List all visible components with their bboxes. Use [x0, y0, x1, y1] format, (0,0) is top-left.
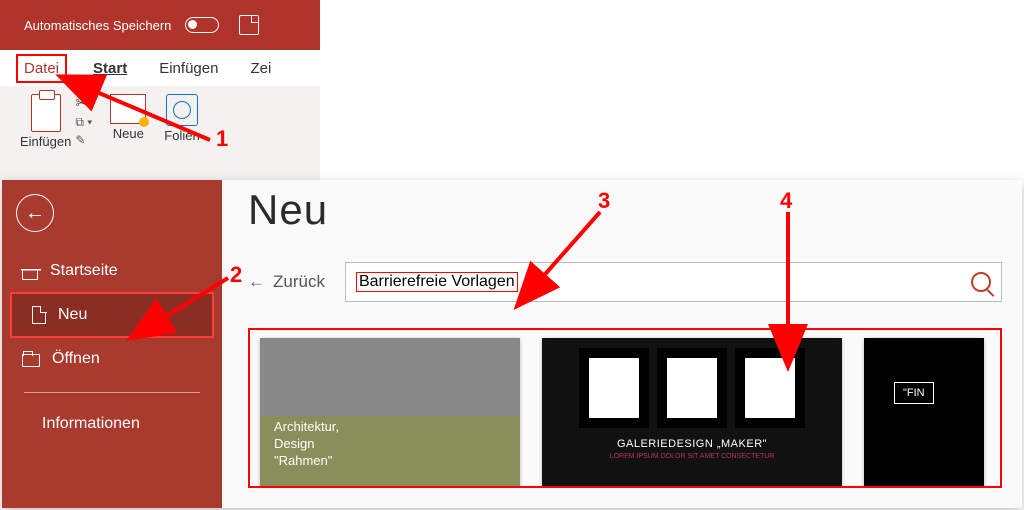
titlebar: Automatisches Speichern — [0, 0, 320, 50]
sidebar-item-oeffnen[interactable]: Öffnen — [2, 338, 222, 380]
autosave-toggle[interactable] — [185, 17, 219, 33]
home-icon — [22, 268, 38, 280]
slides-button[interactable]: Folien — [164, 94, 199, 143]
ribbon: Einfügen ✂ ⧉ ▾ ✎ Neue Folien — [0, 86, 320, 180]
sidebar-item-informationen[interactable]: Informationen — [2, 403, 222, 445]
sidebar-label: Informationen — [42, 415, 140, 433]
search-value: Barrierefreie Vorlagen — [356, 272, 518, 292]
tab-start[interactable]: Start — [87, 56, 133, 81]
new-slide-icon — [110, 94, 146, 124]
search-back-label: Zurück — [273, 272, 325, 292]
autosave-label: Automatisches Speichern — [24, 18, 171, 33]
sidebar-item-startseite[interactable]: Startseite — [2, 250, 222, 292]
format-painter-icon[interactable]: ✎ — [75, 133, 92, 147]
arrow-left-icon: ← — [248, 272, 265, 292]
slides-icon — [166, 94, 198, 126]
ribbon-tabs: Datei Start Einfügen Zei — [0, 50, 320, 86]
folder-icon — [22, 354, 40, 367]
sidebar-item-neu[interactable]: Neu — [10, 292, 214, 338]
template-card-fin[interactable]: "FIN — [864, 338, 984, 488]
arrow-left-icon: ← — [25, 202, 45, 225]
paste-label: Einfügen — [20, 134, 71, 149]
sidebar-divider — [24, 392, 200, 393]
new-slide-button[interactable]: Neue — [110, 94, 146, 141]
backstage-main: Neu ← Zurück Barrierefreie Vorlagen Arch… — [222, 180, 1022, 508]
clipboard-icon — [31, 94, 61, 132]
template-title: "FIN — [894, 382, 934, 404]
sidebar-label: Neu — [58, 306, 87, 324]
paste-button[interactable]: Einfügen — [20, 94, 71, 149]
search-input[interactable] — [518, 271, 971, 294]
gallery-frames — [579, 348, 805, 428]
search-icon[interactable] — [971, 272, 991, 292]
clipboard-side: ✂ ⧉ ▾ ✎ — [75, 94, 92, 147]
save-icon[interactable] — [239, 15, 259, 35]
cut-icon[interactable]: ✂ — [75, 94, 92, 112]
tab-datei[interactable]: Datei — [16, 54, 67, 83]
page-title: Neu — [248, 186, 1002, 234]
template-card-maker[interactable]: GALERIEDESIGN „MAKER" LOREM IPSUM DOLOR … — [542, 338, 842, 488]
back-button[interactable]: ← — [16, 194, 54, 232]
new-slide-label: Neue — [113, 126, 144, 141]
document-icon — [32, 306, 46, 324]
slides-label: Folien — [164, 128, 199, 143]
sidebar-label: Startseite — [50, 262, 118, 280]
template-title: GALERIEDESIGN „MAKER" — [617, 438, 767, 450]
template-results: Architektur, Design "Rahmen" GALERIEDESI… — [248, 328, 1002, 488]
tab-einfuegen[interactable]: Einfügen — [153, 56, 224, 81]
sidebar-label: Öffnen — [52, 350, 100, 368]
backstage-panel: ← Startseite Neu Öffnen Informationen Ne… — [2, 180, 1022, 508]
backstage-sidebar: ← Startseite Neu Öffnen Informationen — [2, 180, 222, 508]
search-back[interactable]: ← Zurück — [248, 272, 325, 292]
template-search[interactable]: Barrierefreie Vorlagen — [345, 262, 1002, 302]
tab-zeichnen[interactable]: Zei — [244, 56, 277, 81]
template-title: Architektur, Design "Rahmen" — [274, 419, 339, 470]
copy-icon[interactable]: ⧉ ▾ — [75, 115, 92, 130]
template-card-rahmen[interactable]: Architektur, Design "Rahmen" — [260, 338, 520, 488]
